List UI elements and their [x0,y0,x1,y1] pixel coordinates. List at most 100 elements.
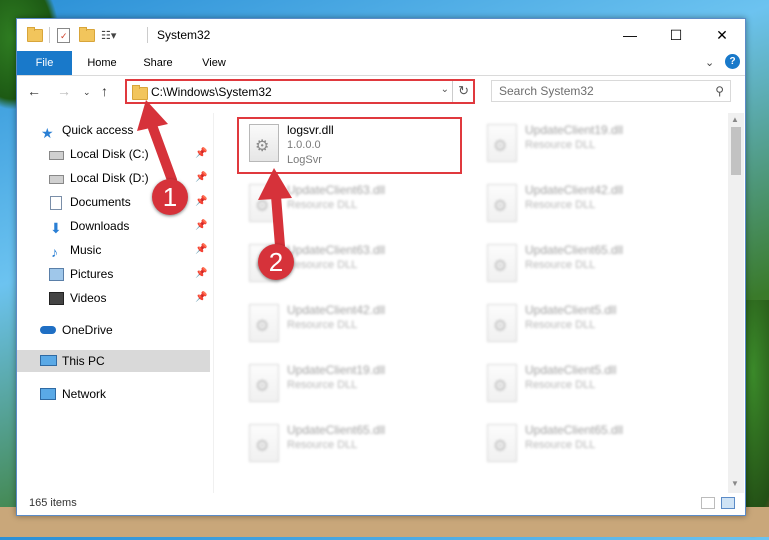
file-item[interactable]: ⚙ UpdateClient19.dll Resource DLL [239,357,459,413]
highlight-box [237,117,462,174]
videos-icon [49,292,64,305]
dll-file-icon: ⚙ [487,244,517,282]
tab-file[interactable]: File [17,51,72,75]
dll-file-icon: ⚙ [487,124,517,162]
sidebar-item-pictures[interactable]: Pictures 📌 [17,263,210,285]
file-description: Resource DLL [287,319,358,331]
file-item[interactable]: ⚙ UpdateClient5.dll Resource DLL [477,357,697,413]
dll-file-icon: ⚙ [487,364,517,402]
sidebar-item-videos[interactable]: Videos 📌 [17,287,210,309]
sidebar-item-music[interactable]: ♪ Music 📌 [17,239,210,261]
sidebar-item-this-pc[interactable]: This PC [17,350,210,372]
sidebar-item-label: Network [62,387,107,401]
dll-file-icon: ⚙ [249,364,279,402]
file-description: Resource DLL [525,139,596,151]
file-item[interactable]: ⚙ UpdateClient65.dll Resource DLL [477,237,697,293]
documents-icon [50,196,62,210]
dll-file-icon: ⚙ [249,424,279,462]
file-name: UpdateClient19.dll [525,123,624,137]
step-badge-1: 1 [152,179,188,215]
dll-file-icon: ⚙ [487,304,517,342]
file-name: UpdateClient63.dll [287,183,386,197]
close-icon[interactable]: ✕ [699,19,745,51]
sidebar-item-label: Music [70,243,102,257]
back-arrow-icon[interactable]: ← [27,83,41,99]
vertical-scrollbar[interactable]: ▲ ▼ [728,113,744,493]
file-description: Resource DLL [287,259,358,271]
scroll-thumb[interactable] [731,127,741,175]
file-name: UpdateClient5.dll [525,363,617,377]
pin-icon[interactable]: 📌 [195,287,207,309]
sidebar-item-downloads[interactable]: ⬇ Downloads 📌 [17,215,210,237]
address-bar[interactable]: C:\Windows\System32 ⌄ ↻ [125,79,475,104]
file-name: UpdateClient5.dll [525,303,617,317]
refresh-icon[interactable]: ↻ [458,83,469,99]
pin-icon[interactable]: 📌 [195,263,207,285]
file-item[interactable]: ⚙ UpdateClient19.dll Resource DLL [477,117,697,173]
file-description: Resource DLL [525,379,596,391]
scroll-up-icon[interactable]: ▲ [731,115,739,124]
minimize-icon[interactable]: — [607,19,653,51]
status-bar: 165 items [17,493,745,515]
file-name: UpdateClient65.dll [525,243,624,257]
sidebar-item-network[interactable]: Network [17,383,210,405]
help-icon[interactable]: ? [725,54,740,69]
tab-share[interactable]: Share [135,51,181,75]
tab-view[interactable]: View [191,51,237,75]
pictures-icon [49,268,64,281]
address-text: C:\Windows\System32 [151,85,272,99]
drive-icon [49,175,64,184]
file-description: Resource DLL [525,319,596,331]
file-description: Resource DLL [287,439,358,451]
search-input[interactable]: Search System32 ⚲ [491,80,731,102]
scroll-down-icon[interactable]: ▼ [731,479,739,488]
forward-arrow-icon[interactable]: → [57,83,71,99]
file-explorer-window: ✓ ☷▾ System32 — ☐ ✕ File Home Share View… [16,18,746,516]
dll-file-icon: ⚙ [249,304,279,342]
new-folder-icon[interactable] [79,26,95,43]
sidebar-item-label: Local Disk (D:) [70,171,149,185]
pin-icon[interactable]: 📌 [195,239,207,261]
file-item[interactable]: ⚙ UpdateClient65.dll Resource DLL [477,417,697,473]
drive-icon [49,151,64,160]
sidebar-item-onedrive[interactable]: OneDrive [17,319,210,341]
search-placeholder: Search System32 [499,84,594,98]
chevron-down-icon[interactable]: ⌄ [705,56,714,69]
chevron-down-icon[interactable]: ⌄ [441,84,449,95]
file-item[interactable]: ⚙ UpdateClient42.dll Resource DLL [477,177,697,233]
file-name: UpdateClient42.dll [525,183,624,197]
pin-icon[interactable]: 📌 [195,143,207,165]
pin-icon[interactable]: 📌 [195,215,207,237]
file-item[interactable]: ⚙ UpdateClient65.dll Resource DLL [239,417,459,473]
file-name: UpdateClient42.dll [287,303,386,317]
pin-icon[interactable]: 📌 [195,167,207,189]
search-icon[interactable]: ⚲ [715,84,724,98]
tab-home[interactable]: Home [79,51,125,75]
customize-icon[interactable]: ☷▾ [101,27,116,43]
step-badge-2: 2 [258,244,294,280]
file-item[interactable]: ⚙ UpdateClient42.dll Resource DLL [239,297,459,353]
ribbon-tabs: File Home Share View ⌄ ? [17,51,745,76]
maximize-icon[interactable]: ☐ [653,19,699,51]
computer-icon [40,355,57,366]
star-icon: ★ [41,125,54,141]
sidebar-item-label: Quick access [62,123,134,137]
recent-locations-icon[interactable]: ⌄ [83,87,91,98]
file-list: ⚙ logsvr.dll 1.0.0.0 LogSvr ⚙ UpdateClie… [217,113,727,493]
sidebar-item-label: Pictures [70,267,114,281]
details-view-icon[interactable] [701,497,715,509]
file-item[interactable]: ⚙ UpdateClient5.dll Resource DLL [477,297,697,353]
divider [147,27,148,43]
sidebar-item-label: OneDrive [62,323,113,337]
up-arrow-icon[interactable]: ↑ [101,83,108,99]
properties-icon[interactable]: ✓ [57,27,70,43]
sidebar-item-local-disk-c[interactable]: Local Disk (C:) 📌 [17,143,210,165]
large-icons-view-icon[interactable] [721,497,735,509]
divider [49,27,50,43]
file-name: UpdateClient65.dll [287,423,386,437]
navigation-bar: ← → ⌄ ↑ C:\Windows\System32 ⌄ ↻ Search S… [17,77,745,107]
file-item[interactable]: ⚙ UpdateClient63.dll Resource DLL [239,177,459,233]
file-description: Resource DLL [525,199,596,211]
pin-icon[interactable]: 📌 [195,191,207,213]
sidebar-item-quick-access[interactable]: ★ Quick access [17,119,210,141]
